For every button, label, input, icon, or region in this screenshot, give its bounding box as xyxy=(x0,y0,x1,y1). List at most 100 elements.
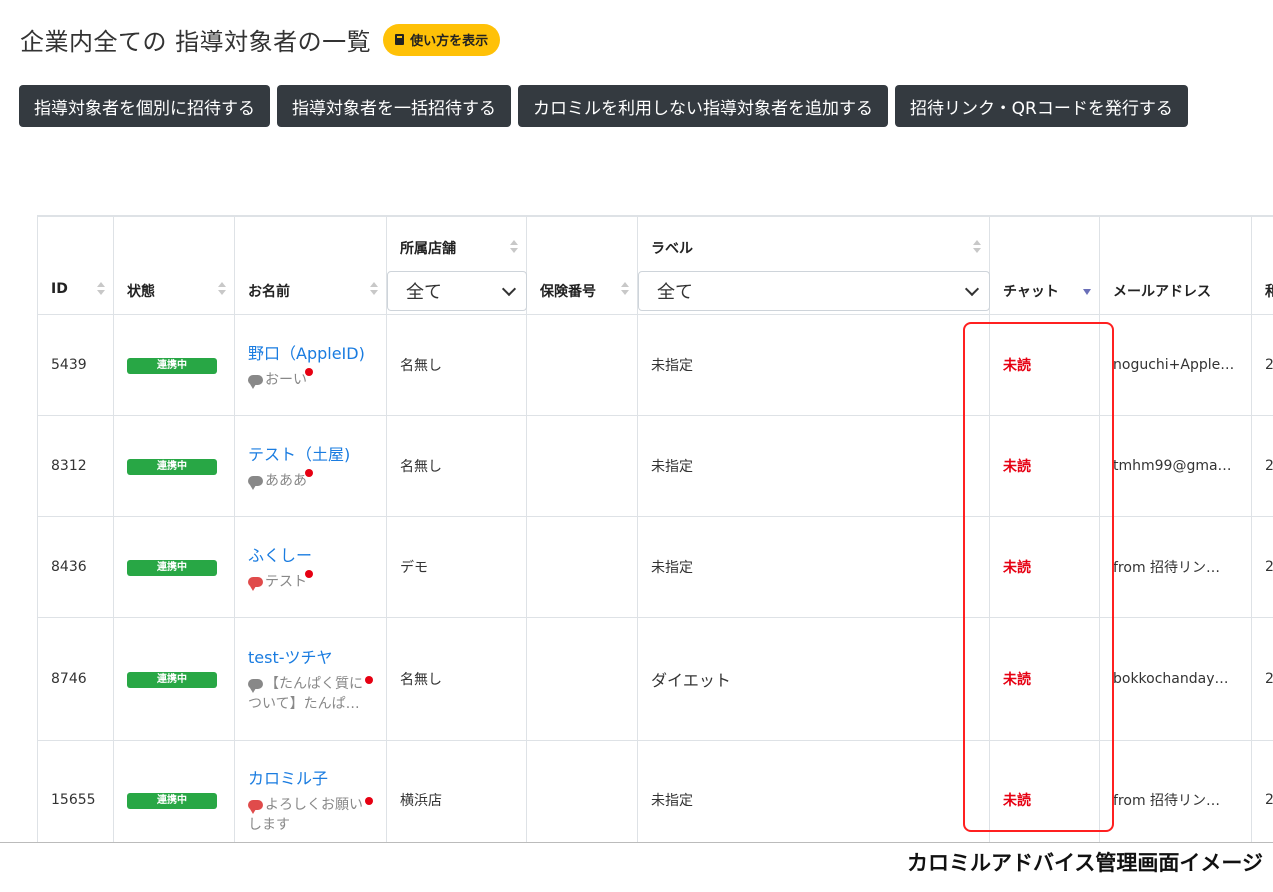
cell-name: カロミル子 よろしくお願いします xyxy=(234,740,387,843)
unread-status[interactable]: 未読 xyxy=(1003,793,1031,809)
client-table-container: ID 状態 お名前 所属店舗 全て 保険番号 ラベル 全て チャット メールアド… xyxy=(37,215,1273,843)
col-header-id[interactable]: ID xyxy=(37,216,114,315)
cell-store: 横浜店 xyxy=(386,740,527,843)
last-message: おーい xyxy=(248,368,373,390)
last-message-text: おーい xyxy=(265,372,307,388)
chevron-down-icon xyxy=(501,281,517,297)
cell-extra: 2 xyxy=(1251,415,1273,517)
cell-store: デモ xyxy=(386,516,527,618)
sort-icon[interactable] xyxy=(370,281,378,297)
cell-chat: 未読 xyxy=(989,617,1100,741)
cell-label: 未指定 xyxy=(637,740,990,843)
cell-chat: 未読 xyxy=(989,740,1100,843)
col-header-status-label: 状態 xyxy=(127,284,155,300)
client-name-link[interactable]: 野口（AppleID) xyxy=(248,340,365,364)
table-row[interactable]: 8312 連携中 テスト（土屋) あああ 名無し 未指定 未読 tmhm99@g… xyxy=(37,415,1273,517)
cell-email: from 招待リン… xyxy=(1099,740,1252,843)
unread-status[interactable]: 未読 xyxy=(1003,358,1031,374)
cell-email: noguchi+Apple… xyxy=(1099,314,1252,416)
col-header-store[interactable]: 所属店舗 全て xyxy=(386,216,527,315)
col-header-label[interactable]: ラベル 全て xyxy=(637,216,990,315)
cell-status: 連携中 xyxy=(113,740,235,843)
col-header-store-label: 所属店舗 xyxy=(400,241,456,257)
last-message: 【たんぱく質について】たんぱ… xyxy=(248,674,373,714)
col-header-chat-label: チャット xyxy=(1003,284,1059,300)
cell-extra: 2 xyxy=(1251,617,1273,741)
chat-icon xyxy=(248,375,263,389)
chat-icon xyxy=(248,476,263,490)
col-header-email[interactable]: メールアドレス xyxy=(1099,216,1252,315)
cell-status: 連携中 xyxy=(113,415,235,517)
col-header-name[interactable]: お名前 xyxy=(234,216,387,315)
sort-icon[interactable] xyxy=(218,281,226,297)
chat-icon xyxy=(248,799,263,814)
cell-id: 8436 xyxy=(37,516,114,618)
invite-individual-button[interactable]: 指導対象者を個別に招待する xyxy=(19,85,270,127)
cell-id: 8746 xyxy=(37,617,114,741)
sort-desc-icon[interactable] xyxy=(1083,289,1091,295)
col-header-insurance-label: 保険番号 xyxy=(540,284,596,300)
label-filter-value: 全て xyxy=(657,282,693,303)
last-message: テスト xyxy=(248,570,373,592)
page-title: 企業内全ての 指導対象者の一覧 xyxy=(20,28,372,56)
table-row[interactable]: 5439 連携中 野口（AppleID) おーい 名無し 未指定 未読 nogu… xyxy=(37,314,1273,416)
unread-status[interactable]: 未読 xyxy=(1003,560,1031,576)
col-header-extra[interactable]: 和 xyxy=(1251,216,1273,315)
cell-label: ダイエット xyxy=(637,617,990,741)
last-message: あああ xyxy=(248,469,373,491)
col-header-name-label: お名前 xyxy=(248,284,290,300)
client-table: ID 状態 お名前 所属店舗 全て 保険番号 ラベル 全て チャット メールアド… xyxy=(37,216,1273,843)
client-name-link[interactable]: テスト（土屋) xyxy=(248,441,350,465)
col-header-insurance[interactable]: 保険番号 xyxy=(526,216,638,315)
table-row[interactable]: 15655 連携中 カロミル子 よろしくお願いします 横浜店 未指定 未読 fr… xyxy=(37,740,1273,843)
client-name-link[interactable]: カロミル子 xyxy=(248,765,328,789)
cell-id: 8312 xyxy=(37,415,114,517)
col-header-chat[interactable]: チャット xyxy=(989,216,1100,315)
chevron-down-icon xyxy=(964,281,980,297)
status-badge: 連携中 xyxy=(127,358,217,374)
col-header-email-label: メールアドレス xyxy=(1113,284,1211,300)
add-non-user-button[interactable]: カロミルを利用しない指導対象者を追加する xyxy=(518,85,888,127)
col-header-status[interactable]: 状態 xyxy=(113,216,235,315)
sort-icon[interactable] xyxy=(510,239,518,255)
cell-id: 15655 xyxy=(37,740,114,843)
cell-email: bokkochanday… xyxy=(1099,617,1252,741)
label-filter-select[interactable]: 全て xyxy=(638,271,990,311)
chat-icon xyxy=(248,577,263,591)
cell-insurance xyxy=(526,740,638,843)
cell-status: 連携中 xyxy=(113,314,235,416)
table-row[interactable]: 8436 連携中 ふくしー テスト デモ 未指定 未読 from 招待リン… 2 xyxy=(37,516,1273,618)
page-header: 企業内全ての 指導対象者の一覧 使い方を表示 xyxy=(20,22,501,57)
sort-icon[interactable] xyxy=(97,281,105,297)
status-badge: 連携中 xyxy=(127,459,217,475)
cell-extra: 2 xyxy=(1251,314,1273,416)
cell-label: 未指定 xyxy=(637,516,990,618)
cell-insurance xyxy=(526,314,638,416)
cell-chat: 未読 xyxy=(989,415,1100,517)
unread-dot xyxy=(365,796,373,805)
help-button[interactable]: 使い方を表示 xyxy=(383,23,501,56)
cell-label: 未指定 xyxy=(637,415,990,517)
issue-invite-link-button[interactable]: 招待リンク・QRコードを発行する xyxy=(895,85,1188,127)
cell-name: テスト（土屋) あああ xyxy=(234,415,387,517)
client-name-link[interactable]: ふくしー xyxy=(248,542,312,566)
last-message-text: 【たんぱく質について】たんぱ… xyxy=(248,676,363,712)
cell-label: 未指定 xyxy=(637,314,990,416)
cell-id: 5439 xyxy=(37,314,114,416)
action-toolbar: 指導対象者を個別に招待する 指導対象者を一括招待する カロミルを利用しない指導対… xyxy=(19,85,1188,127)
status-badge: 連携中 xyxy=(127,792,217,809)
unread-dot xyxy=(305,570,313,578)
cell-name: ふくしー テスト xyxy=(234,516,387,618)
unread-status[interactable]: 未読 xyxy=(1003,672,1031,688)
client-name-link[interactable]: test-ツチヤ xyxy=(248,644,333,668)
sort-icon[interactable] xyxy=(973,239,981,255)
cell-name: test-ツチヤ 【たんぱく質について】たんぱ… xyxy=(234,617,387,741)
sort-icon[interactable] xyxy=(621,281,629,297)
unread-status[interactable]: 未読 xyxy=(1003,459,1031,475)
footer-divider xyxy=(0,842,1273,843)
invite-bulk-button[interactable]: 指導対象者を一括招待する xyxy=(277,85,511,127)
store-filter-value: 全て xyxy=(406,282,442,303)
cell-status: 連携中 xyxy=(113,617,235,741)
store-filter-select[interactable]: 全て xyxy=(387,271,527,311)
table-row[interactable]: 8746 連携中 test-ツチヤ 【たんぱく質について】たんぱ… 名無し ダイ… xyxy=(37,617,1273,741)
